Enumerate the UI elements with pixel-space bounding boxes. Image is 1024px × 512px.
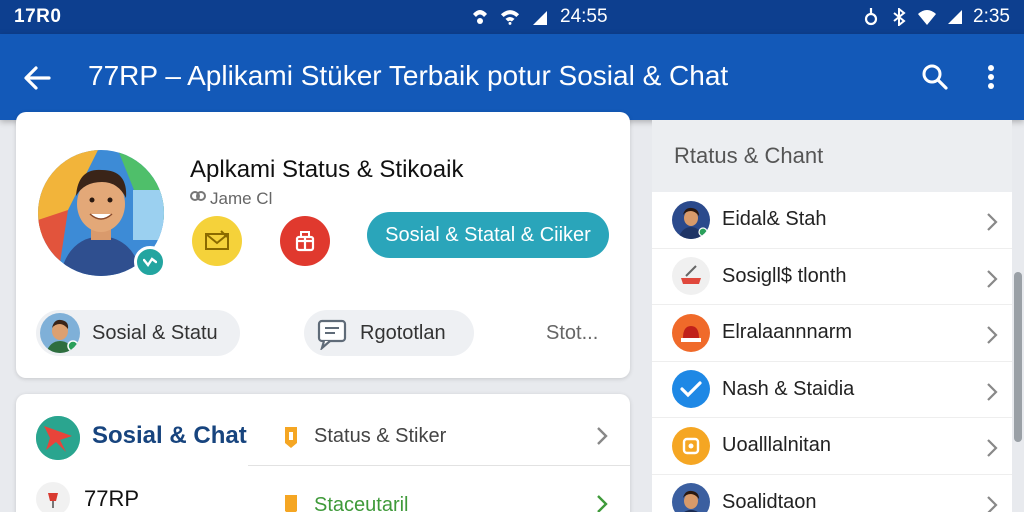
list-card-subtitle-row[interactable]: 77RP <box>36 482 139 512</box>
profile-card: Aplkami Status & Stikoaik Jame Cl Sosial… <box>16 112 630 378</box>
message-button[interactable] <box>192 216 242 266</box>
avatar <box>672 483 710 512</box>
chip-social-status[interactable]: Sosial & Statu <box>36 310 240 356</box>
slash-tag-icon <box>672 257 710 296</box>
profile-title: Aplkami Status & Stikoaik <box>190 156 464 183</box>
side-item-uoalllalnitan[interactable]: Uoalllalnitan <box>652 418 1012 475</box>
profile-subtitle: Jame Cl <box>210 188 273 208</box>
list-row-label: Status & Stiker <box>314 425 447 447</box>
chevron-right-icon <box>986 438 998 464</box>
status-center-time: 24:55 <box>560 6 608 27</box>
verified-badge-icon <box>134 246 166 278</box>
wifi-icon <box>500 7 520 27</box>
list-card: Sosial & Chat 77RP Status & Stiker Stace… <box>16 394 630 512</box>
side-panel-header: Rtatus & Chant <box>652 120 1012 192</box>
side-item-sosigll-tlonth[interactable]: Sosigll$ tlonth <box>652 249 1012 305</box>
back-arrow-icon[interactable] <box>20 61 54 95</box>
bluetooth-icon <box>889 7 909 27</box>
badge-icon <box>280 494 302 512</box>
gift-button[interactable] <box>280 216 330 266</box>
status-right-time: 2:35 <box>973 6 1010 27</box>
side-item-label: Uoalllalnitan <box>722 434 831 457</box>
list-card-title: Sosial & Chat <box>92 422 247 449</box>
more-vert-icon[interactable] <box>976 60 1006 94</box>
notification-icon <box>470 7 490 27</box>
app-bar-title: 77RP – Aplikami Stüker Terbaik potur Sos… <box>88 60 729 91</box>
chevron-right-icon <box>986 382 998 408</box>
chevron-right-icon <box>986 325 998 351</box>
chip-rgototlan[interactable]: Rgototlan <box>304 310 474 356</box>
list-row-staceutaril[interactable]: Staceutaril <box>248 476 630 512</box>
chevron-right-icon <box>986 269 998 295</box>
status-left-text: 17R0 <box>14 6 62 27</box>
envelope-icon <box>205 230 229 250</box>
more-link[interactable]: Stot... <box>546 322 598 345</box>
status-right-group: 2:35 <box>861 0 1010 34</box>
alarm-icon <box>672 313 710 352</box>
list-card-subtitle: 77RP <box>84 486 140 511</box>
star-logo-icon <box>36 416 80 460</box>
gift-icon <box>295 231 315 252</box>
badge-icon <box>280 426 302 448</box>
status-bar: 17R0 24:55 2:35 <box>0 0 1024 34</box>
sync-icon <box>861 7 881 27</box>
avatar <box>672 200 710 239</box>
chip-avatar <box>40 313 80 353</box>
status-center-group: 24:55 <box>470 0 608 34</box>
chevron-right-icon <box>596 426 608 452</box>
chevron-right-icon <box>986 212 998 238</box>
side-item-eidal-stah[interactable]: Eidal& Stah <box>652 192 1012 249</box>
signal-right-icon <box>945 7 965 27</box>
social-status-sticker-button[interactable]: Sosial & Statal & Ciiker <box>367 212 609 258</box>
side-item-label: Soalidtaon <box>722 490 817 512</box>
side-item-soalidtaon[interactable]: Soalidtaon <box>652 475 1012 512</box>
side-item-label: Elralaannnarm <box>722 321 853 344</box>
link-icon <box>190 188 206 209</box>
pin-icon <box>36 482 70 512</box>
chip-label: Sosial & Statu <box>92 321 218 344</box>
side-panel: Rtatus & Chant Eidal& Stah Sosigll$ tlon… <box>652 120 1012 512</box>
app-bar: 77RP – Aplikami Stüker Terbaik potur Sos… <box>0 34 1024 120</box>
chat-square-icon <box>672 426 710 465</box>
wifi-right-icon <box>917 7 937 27</box>
chevron-right-icon <box>986 495 998 512</box>
scrollbar[interactable] <box>1014 272 1022 442</box>
check-circle-icon <box>672 370 710 409</box>
chat-bubble-icon <box>316 317 350 351</box>
list-row-status-sticker[interactable]: Status & Stiker <box>248 408 630 466</box>
side-item-label: Nash & Staidia <box>722 377 855 400</box>
profile-subtitle-row: Jame Cl <box>190 188 272 209</box>
chevron-right-icon <box>596 494 608 512</box>
search-icon[interactable] <box>918 60 952 94</box>
list-row-label: Staceutaril <box>314 493 409 512</box>
chip-label: Rgototlan <box>360 321 446 344</box>
side-item-label: Sosigll$ tlonth <box>722 264 847 287</box>
side-item-nash-staidia[interactable]: Nash & Staidia <box>652 362 1012 418</box>
side-item-elralaannnarm[interactable]: Elralaannnarm <box>652 305 1012 362</box>
side-item-label: Eidal& Stah <box>722 208 827 231</box>
signal-icon <box>530 7 550 27</box>
